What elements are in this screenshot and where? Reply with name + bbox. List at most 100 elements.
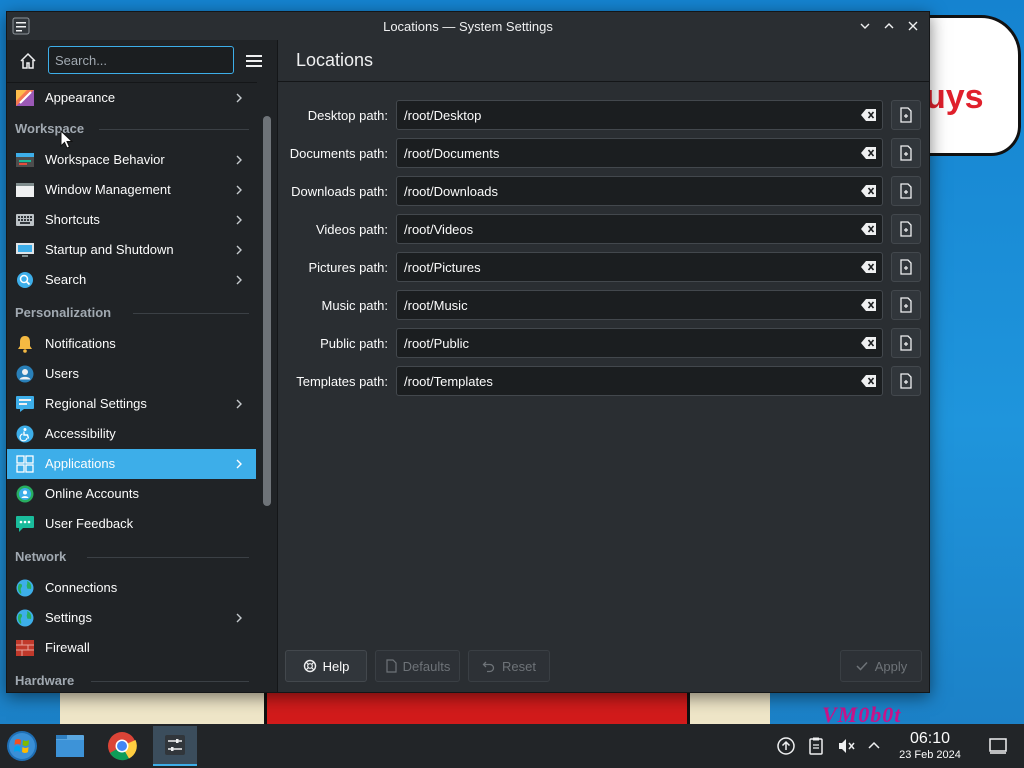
path-row-templates: Templates path: /root/Templates	[278, 366, 929, 396]
documents-path-field[interactable]: /root/Documents	[396, 138, 883, 168]
browse-public-button[interactable]	[891, 328, 921, 358]
reset-button[interactable]: Reset	[468, 650, 550, 682]
accessibility-icon	[16, 425, 34, 443]
sidebar-item-regional-settings[interactable]: Regional Settings	[7, 389, 256, 419]
browse-videos-button[interactable]	[891, 214, 921, 244]
sidebar-item-user-feedback[interactable]: User Feedback	[7, 509, 256, 539]
appearance-icon	[16, 90, 34, 106]
chevron-right-icon	[236, 245, 242, 255]
path-label: Pictures path:	[308, 260, 389, 275]
sidebar-item-workspace-behavior[interactable]: Workspace Behavior	[7, 145, 256, 175]
sidebar-item-appearance[interactable]: Appearance	[7, 83, 256, 113]
browse-documents-button[interactable]	[891, 138, 921, 168]
sidebar-item-shortcuts[interactable]: Shortcuts	[7, 205, 256, 235]
browse-downloads-button[interactable]	[891, 176, 921, 206]
taskbar-file-manager[interactable]	[52, 728, 88, 764]
path-value: /root/Desktop	[404, 108, 482, 123]
taskbar-system-settings[interactable]	[153, 726, 197, 766]
sidebar-item-applications[interactable]: Applications	[7, 449, 256, 479]
firewall-icon	[16, 640, 34, 656]
sidebar-item-network-settings[interactable]: Settings	[7, 603, 256, 633]
close-icon	[908, 21, 918, 31]
updates-tray-icon[interactable]	[776, 736, 796, 756]
defaults-label: Defaults	[402, 658, 451, 674]
taskbar-chrome[interactable]	[104, 728, 140, 764]
templates-path-field[interactable]: /root/Templates	[396, 366, 883, 396]
sidebar-item-startup-shutdown[interactable]: Startup and Shutdown	[7, 235, 256, 265]
sidebar-item-users[interactable]: Users	[7, 359, 256, 389]
sidebar-item-window-management[interactable]: Window Management	[7, 175, 256, 205]
public-path-field[interactable]: /root/Public	[396, 328, 883, 358]
section-divider	[87, 557, 249, 558]
path-value: /root/Public	[404, 336, 470, 351]
maximize-button[interactable]	[879, 16, 899, 36]
footer-button-bar: Help Defaults Reset Apply	[278, 640, 929, 692]
path-row-downloads: Downloads path: /root/Downloads	[278, 176, 929, 206]
apply-button[interactable]: Apply	[840, 650, 922, 682]
sidebar-item-label: Appearance	[45, 90, 116, 105]
defaults-button[interactable]: Defaults	[375, 650, 460, 682]
window-titlebar[interactable]: Locations — System Settings	[7, 12, 929, 40]
minimize-button[interactable]	[855, 16, 875, 36]
browse-pictures-button[interactable]	[891, 252, 921, 282]
browse-desktop-button[interactable]	[891, 100, 921, 130]
taskbar-clock[interactable]: 06:10 23 Feb 2024	[890, 730, 970, 761]
keyboard-icon	[16, 214, 34, 226]
checkmark-icon	[856, 661, 868, 671]
section-header-personalization: Personalization	[15, 305, 112, 320]
sidebar-scrollbar[interactable]	[263, 116, 271, 506]
chevron-right-icon	[236, 399, 242, 409]
open-file-icon	[900, 297, 912, 313]
open-file-icon	[900, 221, 912, 237]
clear-text-icon[interactable]	[861, 184, 877, 198]
clear-text-icon[interactable]	[861, 146, 877, 160]
settings-sliders-icon	[165, 735, 185, 755]
app-menu-icon[interactable]	[12, 17, 30, 35]
home-button[interactable]	[15, 48, 41, 74]
downloads-path-field[interactable]: /root/Downloads	[396, 176, 883, 206]
clear-text-icon[interactable]	[861, 374, 877, 388]
globe-icon	[16, 579, 34, 597]
pictures-path-field[interactable]: /root/Pictures	[396, 252, 883, 282]
sidebar-item-label: Search	[45, 272, 87, 287]
sidebar-item-label: Startup and Shutdown	[45, 242, 174, 257]
videos-path-field[interactable]: /root/Videos	[396, 214, 883, 244]
sidebar-item-firewall[interactable]: Firewall	[7, 633, 256, 663]
online-accounts-icon	[16, 485, 34, 503]
window-management-icon	[16, 183, 34, 197]
clear-text-icon[interactable]	[861, 108, 877, 122]
chevron-up-tray-icon[interactable]	[864, 736, 884, 756]
browse-templates-button[interactable]	[891, 366, 921, 396]
clipboard-tray-icon[interactable]	[806, 736, 826, 756]
clear-text-icon[interactable]	[861, 260, 877, 274]
path-value: /root/Videos	[404, 222, 474, 237]
chevron-right-icon	[236, 459, 242, 469]
sidebar-item-connections[interactable]: Connections	[7, 573, 256, 603]
clear-text-icon[interactable]	[861, 298, 877, 312]
sidebar-item-notifications[interactable]: Notifications	[7, 329, 256, 359]
show-desktop-icon[interactable]	[988, 736, 1008, 756]
chevron-right-icon	[236, 613, 242, 623]
sidebar-item-online-accounts[interactable]: Online Accounts	[7, 479, 256, 509]
clear-text-icon[interactable]	[861, 336, 877, 350]
clock-date: 23 Feb 2024	[899, 749, 961, 761]
sidebar-item-label: Firewall	[45, 640, 90, 655]
applications-icon	[16, 455, 34, 473]
path-label: Documents path:	[289, 146, 388, 161]
desktop-path-field[interactable]: /root/Desktop	[396, 100, 883, 130]
help-button[interactable]: Help	[285, 650, 367, 682]
start-menu-button[interactable]	[4, 728, 40, 764]
search-input[interactable]	[48, 46, 234, 74]
close-button[interactable]	[903, 16, 923, 36]
sidebar-item-accessibility[interactable]: Accessibility	[7, 419, 256, 449]
sidebar-item-search[interactable]: Search	[7, 265, 256, 295]
clear-text-icon[interactable]	[861, 222, 877, 236]
volume-muted-tray-icon[interactable]	[836, 736, 856, 756]
window-title: Locations — System Settings	[383, 18, 553, 34]
hamburger-menu-icon[interactable]	[245, 52, 263, 70]
music-path-field[interactable]: /root/Music	[396, 290, 883, 320]
browse-music-button[interactable]	[891, 290, 921, 320]
sidebar-item-label: Shortcuts	[45, 212, 100, 227]
sidebar-item-label: Users	[45, 366, 79, 381]
locations-page: Locations Desktop path: /root/Desktop Do…	[278, 40, 929, 692]
